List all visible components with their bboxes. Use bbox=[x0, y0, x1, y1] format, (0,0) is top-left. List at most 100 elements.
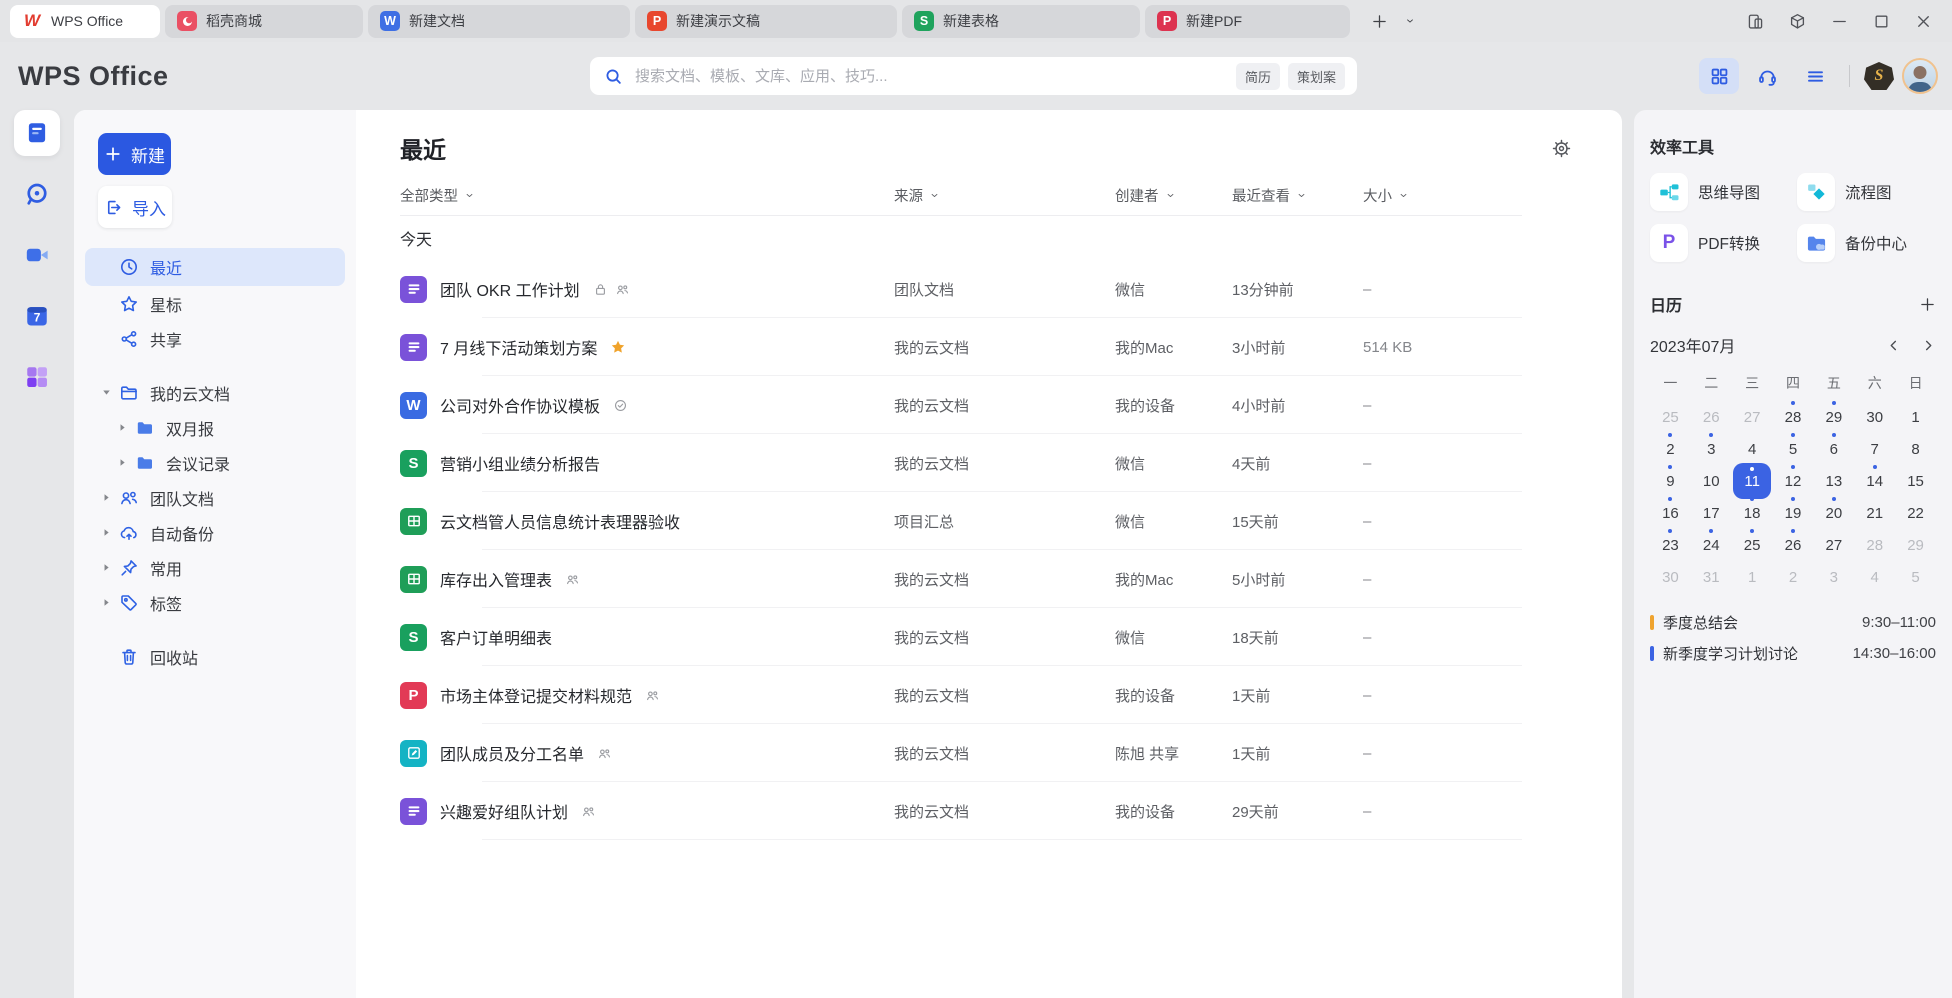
tab-wps-office[interactable]: WWPS Office bbox=[10, 5, 160, 38]
maximize-button[interactable] bbox=[1860, 0, 1902, 42]
calendar-day[interactable]: 1 bbox=[1895, 401, 1936, 433]
workspace-cube-button[interactable] bbox=[1776, 0, 1818, 42]
calendar-day[interactable]: 6 bbox=[1813, 433, 1854, 465]
rail-meetings[interactable] bbox=[14, 232, 60, 278]
sidebar-item-meeting-notes[interactable]: 会议记录 bbox=[85, 445, 345, 480]
filter-0[interactable]: 全部类型 bbox=[400, 185, 475, 206]
calendar-day[interactable]: 10 bbox=[1691, 465, 1732, 497]
file-row[interactable]: 7 月线下活动策划方案我的云文档我的Mac3小时前514 KB bbox=[400, 318, 1572, 376]
calendar-day[interactable]: 30 bbox=[1854, 401, 1895, 433]
calendar-day[interactable]: 9 bbox=[1650, 465, 1691, 497]
filter-4[interactable]: 大小 bbox=[1363, 185, 1409, 206]
search-input[interactable] bbox=[633, 67, 1228, 86]
calendar-event[interactable]: 季度总结会9:30–11:00 bbox=[1650, 607, 1936, 638]
tab-new-spreadsheet[interactable]: S新建表格 bbox=[902, 5, 1140, 38]
calendar-day[interactable]: 23 bbox=[1650, 529, 1691, 561]
file-row[interactable]: 团队成员及分工名单我的云文档陈旭 共享1天前– bbox=[400, 724, 1572, 782]
calendar-day[interactable]: 29 bbox=[1895, 529, 1936, 561]
search-bar[interactable]: 简历策划案 bbox=[590, 57, 1357, 95]
calendar-day-selected[interactable]: 11 bbox=[1732, 465, 1773, 497]
caret-right-icon[interactable] bbox=[114, 458, 130, 467]
tab-new-document[interactable]: W新建文档 bbox=[368, 5, 630, 38]
minimize-button[interactable] bbox=[1818, 0, 1860, 42]
calendar-day[interactable]: 4 bbox=[1854, 561, 1895, 593]
caret-right-icon[interactable] bbox=[98, 528, 114, 537]
rail-calendar-app[interactable]: 7 bbox=[14, 293, 60, 339]
calendar-day[interactable]: 25 bbox=[1732, 529, 1773, 561]
sidebar-item-recent[interactable]: 最近 bbox=[85, 248, 345, 286]
next-month-button[interactable] bbox=[1921, 338, 1936, 353]
filter-3[interactable]: 最近查看 bbox=[1232, 185, 1307, 206]
sidebar-item-starred[interactable]: 星标 bbox=[85, 286, 345, 321]
file-row[interactable]: 兴趣爱好组队计划我的云文档我的设备29天前– bbox=[400, 782, 1572, 840]
calendar-day[interactable]: 31 bbox=[1691, 561, 1732, 593]
calendar-day[interactable]: 19 bbox=[1773, 497, 1814, 529]
calendar-day[interactable]: 29 bbox=[1813, 401, 1854, 433]
calendar-day[interactable]: 12 bbox=[1773, 465, 1814, 497]
calendar-day[interactable]: 21 bbox=[1854, 497, 1895, 529]
calendar-day[interactable]: 28 bbox=[1854, 529, 1895, 561]
calendar-day[interactable]: 5 bbox=[1895, 561, 1936, 593]
settings-gear-button[interactable] bbox=[1551, 138, 1572, 159]
caret-right-icon[interactable] bbox=[98, 598, 114, 607]
calendar-day[interactable]: 2 bbox=[1773, 561, 1814, 593]
tool-backup-center[interactable]: 备份中心 bbox=[1797, 224, 1936, 262]
calendar-day[interactable]: 3 bbox=[1691, 433, 1732, 465]
caret-right-icon[interactable] bbox=[98, 563, 114, 572]
sidebar-item-recycle-bin[interactable]: 回收站 bbox=[85, 639, 345, 674]
calendar-day[interactable]: 7 bbox=[1854, 433, 1895, 465]
caret-down-icon[interactable] bbox=[98, 388, 114, 397]
caret-right-icon[interactable] bbox=[114, 423, 130, 432]
calendar-day[interactable]: 22 bbox=[1895, 497, 1936, 529]
sidebar-item-frequent[interactable]: 常用 bbox=[85, 550, 345, 585]
main-menu-button[interactable] bbox=[1795, 58, 1835, 94]
calendar-day[interactable]: 27 bbox=[1813, 529, 1854, 561]
file-row[interactable]: S营销小组业绩分析报告我的云文档微信4天前– bbox=[400, 434, 1572, 492]
add-event-button[interactable] bbox=[1919, 296, 1936, 313]
calendar-day[interactable]: 2 bbox=[1650, 433, 1691, 465]
caret-right-icon[interactable] bbox=[98, 493, 114, 502]
close-button[interactable] bbox=[1902, 0, 1944, 42]
calendar-day[interactable]: 3 bbox=[1813, 561, 1854, 593]
calendar-day[interactable]: 4 bbox=[1732, 433, 1773, 465]
calendar-day[interactable]: 27 bbox=[1732, 401, 1773, 433]
calendar-day[interactable]: 14 bbox=[1854, 465, 1895, 497]
customer-service-button[interactable] bbox=[1747, 58, 1787, 94]
calendar-day[interactable]: 28 bbox=[1773, 401, 1814, 433]
calendar-day[interactable]: 20 bbox=[1813, 497, 1854, 529]
calendar-day[interactable]: 8 bbox=[1895, 433, 1936, 465]
calendar-day[interactable]: 13 bbox=[1813, 465, 1854, 497]
sidebar-item-shared[interactable]: 共享 bbox=[85, 321, 345, 356]
user-avatar[interactable] bbox=[1902, 58, 1938, 94]
sidebar-item-bimonthly-report[interactable]: 双月报 bbox=[85, 410, 345, 445]
new-tab-button[interactable] bbox=[1371, 13, 1388, 30]
calendar-day[interactable]: 16 bbox=[1650, 497, 1691, 529]
tool-pdf-convert[interactable]: PPDF转换 bbox=[1650, 224, 1789, 262]
file-row[interactable]: W公司对外合作协议模板我的云文档我的设备4小时前– bbox=[400, 376, 1572, 434]
file-row[interactable]: P市场主体登记提交材料规范我的云文档我的设备1天前– bbox=[400, 666, 1572, 724]
sidebar-item-team-docs[interactable]: 团队文档 bbox=[85, 480, 345, 515]
file-row[interactable]: S客户订单明细表我的云文档微信18天前– bbox=[400, 608, 1572, 666]
prev-month-button[interactable] bbox=[1886, 338, 1901, 353]
membership-badge[interactable]: S bbox=[1864, 62, 1894, 90]
rail-docs-home[interactable] bbox=[14, 110, 60, 156]
calendar-day[interactable]: 26 bbox=[1691, 401, 1732, 433]
tab-list-dropdown[interactable] bbox=[1404, 15, 1416, 27]
filter-2[interactable]: 创建者 bbox=[1115, 185, 1176, 206]
file-row[interactable]: 云文档管人员信息统计表理器验收项目汇总微信15天前– bbox=[400, 492, 1572, 550]
sidebar-item-my-cloud-docs[interactable]: 我的云文档 bbox=[85, 375, 345, 410]
file-row[interactable]: 团队 OKR 工作计划团队文档微信13分钟前– bbox=[400, 260, 1572, 318]
search-tag[interactable]: 策划案 bbox=[1288, 63, 1345, 90]
import-button[interactable]: 导入 bbox=[98, 186, 172, 228]
calendar-day[interactable]: 1 bbox=[1732, 561, 1773, 593]
apps-grid-button[interactable] bbox=[1699, 58, 1739, 94]
calendar-day[interactable]: 24 bbox=[1691, 529, 1732, 561]
tab-new-pdf[interactable]: P新建PDF bbox=[1145, 5, 1350, 38]
tab-new-presentation[interactable]: P新建演示文稿 bbox=[635, 5, 897, 38]
tool-mind-map[interactable]: 思维导图 bbox=[1650, 173, 1789, 211]
file-row[interactable]: 库存出入管理表我的云文档我的Mac5小时前– bbox=[400, 550, 1572, 608]
sidebar-item-tags[interactable]: 标签 bbox=[85, 585, 345, 620]
rail-apps[interactable] bbox=[14, 354, 60, 400]
tool-flowchart[interactable]: 流程图 bbox=[1797, 173, 1936, 211]
tab-docer-store[interactable]: 稻壳商城 bbox=[165, 5, 363, 38]
